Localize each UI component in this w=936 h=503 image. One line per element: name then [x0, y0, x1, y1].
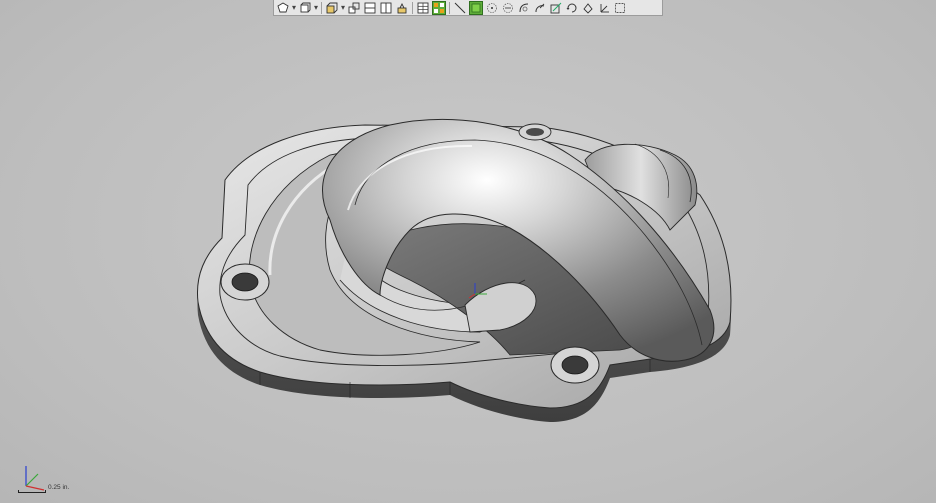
rotate-icon[interactable]	[565, 1, 579, 15]
dropdown-icon[interactable]: ▾	[341, 1, 345, 15]
origin-marker-icon	[468, 283, 487, 299]
point-select-icon[interactable]	[485, 1, 499, 15]
body-select-icon[interactable]	[469, 0, 484, 15]
axis-icon[interactable]	[597, 1, 611, 15]
curve-select-icon[interactable]	[517, 1, 531, 15]
view-orientation-icon[interactable]	[276, 1, 290, 15]
view-toolbar: ▾ ▾ ▾	[273, 0, 663, 16]
box-select-icon[interactable]	[613, 1, 627, 15]
view-right-icon[interactable]	[379, 1, 393, 15]
section-view-icon[interactable]	[325, 1, 339, 15]
scale-label: 0.25 in.	[48, 484, 70, 491]
vertex-select-icon[interactable]	[501, 1, 515, 15]
face-select-icon[interactable]	[432, 0, 447, 15]
cad-model-housing[interactable]	[190, 110, 750, 430]
toolbar-separator	[412, 1, 414, 14]
dropdown-icon[interactable]: ▾	[292, 1, 296, 15]
view-top-icon[interactable]	[363, 1, 377, 15]
dropdown-icon[interactable]: ▾	[314, 1, 318, 15]
measure-icon[interactable]	[533, 1, 547, 15]
toolbar-separator	[449, 1, 451, 14]
scale-bar	[18, 490, 46, 493]
view-front-icon[interactable]	[347, 1, 361, 15]
fill-icon[interactable]	[581, 1, 595, 15]
3d-viewport[interactable]: ▾ ▾ ▾ 0.25 in.	[0, 0, 936, 503]
line-select-icon[interactable]	[453, 1, 467, 15]
toolbar-separator	[321, 1, 323, 14]
sketch-icon[interactable]	[549, 1, 563, 15]
display-style-icon[interactable]	[298, 1, 312, 15]
grid-display-icon[interactable]	[416, 1, 430, 15]
view-iso-icon[interactable]	[395, 1, 409, 15]
